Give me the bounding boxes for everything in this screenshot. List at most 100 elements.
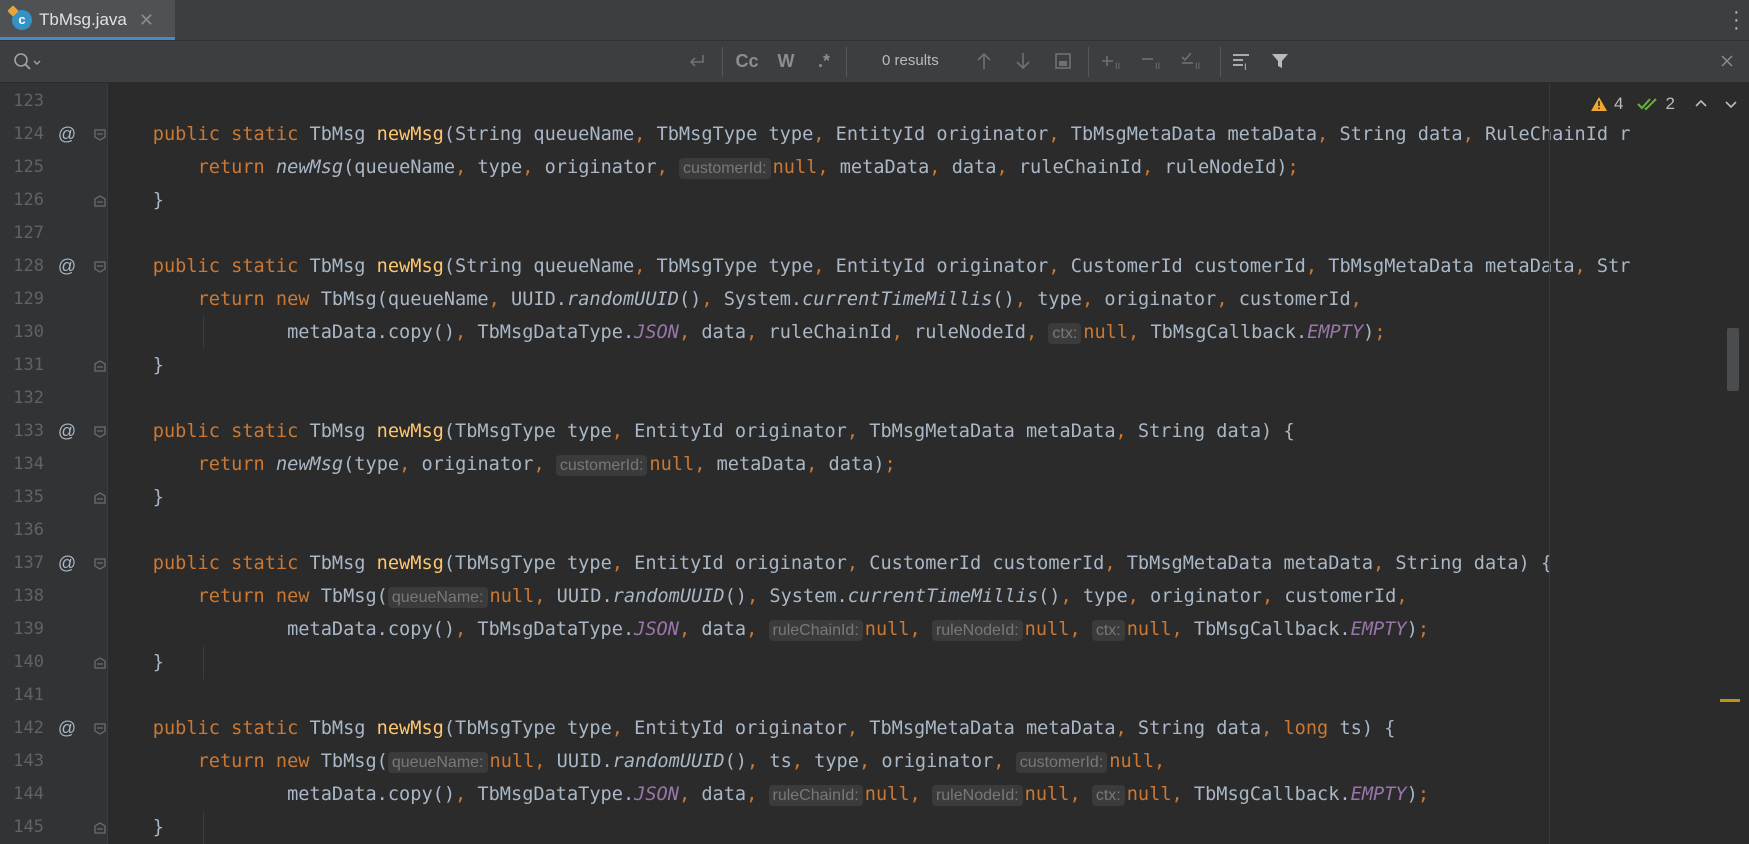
code-token: , — [746, 784, 769, 805]
code-token: newMsg — [376, 421, 444, 442]
search-input[interactable] — [44, 48, 668, 76]
line-number: 132 — [13, 388, 44, 408]
inspection-widget[interactable]: 4 2 — [1590, 92, 1739, 116]
code-line[interactable]: public static TbMsg newMsg(TbMsgType typ… — [108, 415, 1295, 448]
code-line[interactable]: return new TbMsg(queueName: null, UUID.ra… — [108, 745, 1165, 778]
code-line[interactable]: return newMsg(queueName, type, originato… — [108, 151, 1299, 184]
chevron-up-icon[interactable] — [1693, 96, 1709, 112]
code-token: newMsg — [376, 256, 444, 277]
search-icon[interactable] — [12, 51, 42, 73]
code-line[interactable]: metaData.copy(), TbMsgDataType.JSON, dat… — [108, 778, 1429, 811]
code-token: randomUUID — [567, 289, 679, 310]
code-line[interactable]: return new TbMsg(queueName: null, UUID.ra… — [108, 580, 1408, 613]
code-token: customerId — [1284, 586, 1397, 607]
code-token: TbMsg — [309, 124, 377, 145]
filter-icon[interactable] — [1266, 49, 1294, 73]
override-annotation-icon[interactable]: @ — [57, 250, 77, 283]
code-token: null, — [772, 157, 840, 178]
line-number: 128 — [13, 256, 44, 276]
parameter-hint: queueName: — [387, 587, 488, 608]
code-token: (TbMsgType type — [443, 553, 612, 574]
code-line[interactable]: } — [108, 349, 164, 382]
whole-words-button[interactable]: W — [772, 49, 800, 73]
code-token: System. — [769, 586, 848, 607]
close-find-icon[interactable] — [1716, 49, 1738, 73]
code-token: currentTimeMillis — [847, 586, 1039, 607]
more-options-icon[interactable]: · · · — [1733, 2, 1740, 38]
tab-tbmsg-java[interactable]: c TbMsg.java ✕ — [0, 0, 175, 40]
chevron-down-icon[interactable] — [1723, 96, 1739, 112]
code-line[interactable]: public static TbMsg newMsg(TbMsgType typ… — [108, 547, 1552, 580]
fold-open-icon[interactable] — [93, 425, 107, 439]
code-token: , — [813, 124, 836, 145]
code-token: type — [477, 157, 523, 178]
regex-button[interactable]: .* — [810, 49, 838, 73]
fold-close-icon[interactable] — [93, 359, 107, 373]
parameter-hint: ctx: — [1048, 323, 1082, 344]
code-token: , — [791, 751, 815, 772]
code-token: randomUUID — [612, 751, 725, 772]
close-icon[interactable]: ✕ — [139, 10, 154, 31]
select-all-icon[interactable]: II — [1178, 49, 1208, 73]
line-number: 135 — [13, 487, 44, 507]
previous-occurrence-icon[interactable] — [970, 49, 998, 73]
scrollbar-warning-marker[interactable] — [1720, 699, 1740, 702]
line-number: 144 — [13, 784, 44, 804]
code-token: , — [522, 157, 545, 178]
code-line[interactable]: } — [108, 811, 164, 844]
code-line[interactable]: } — [108, 481, 164, 514]
line-number-gutter[interactable]: 123 124 @125 126 127 128 @129 130 131 132 133 @134 1… — [0, 83, 108, 844]
code-line[interactable]: public static TbMsg newMsg(String queueN… — [108, 250, 1631, 283]
fold-open-icon[interactable] — [93, 260, 107, 274]
indent-guide — [203, 811, 204, 844]
remove-occurrence-icon[interactable]: II — [1138, 49, 1168, 73]
add-occurrence-icon[interactable]: II — [1098, 49, 1128, 73]
code-token: metaData.copy() — [108, 619, 456, 640]
svg-text:II: II — [1195, 62, 1200, 72]
fold-close-icon[interactable] — [93, 821, 107, 835]
override-annotation-icon[interactable]: @ — [57, 118, 77, 151]
fold-close-icon[interactable] — [93, 656, 107, 670]
code-token: public static — [108, 421, 310, 442]
tab-label: TbMsg.java — [39, 10, 127, 29]
filter-options-icon[interactable]: I — [1228, 49, 1256, 73]
code-token: data — [951, 157, 997, 178]
next-occurrence-icon[interactable] — [1009, 49, 1037, 73]
code-token: ; — [1417, 784, 1430, 805]
override-annotation-icon[interactable]: @ — [57, 547, 77, 580]
code-token: TbMsgType type — [656, 256, 814, 277]
code-token: null, — [1126, 619, 1194, 640]
code-token: , — [1104, 553, 1127, 574]
new-line-icon[interactable] — [684, 49, 710, 73]
code-line[interactable]: public static TbMsg newMsg(String queueN… — [108, 118, 1631, 151]
code-token: , — [747, 751, 770, 772]
line-number: 143 — [13, 751, 44, 771]
code-token: EMPTY — [1350, 619, 1407, 640]
override-annotation-icon[interactable]: @ — [57, 712, 77, 745]
code-line[interactable]: } — [108, 184, 164, 217]
fold-open-icon[interactable] — [93, 722, 107, 736]
vertical-scrollbar-thumb[interactable] — [1727, 328, 1739, 391]
select-all-occurrences-icon[interactable] — [1049, 49, 1077, 73]
code-line[interactable]: metaData.copy(), TbMsgDataType.JSON, dat… — [108, 613, 1429, 646]
code-line[interactable]: public static TbMsg newMsg(TbMsgType typ… — [108, 712, 1396, 745]
override-annotation-icon[interactable]: @ — [57, 415, 77, 448]
code-line[interactable]: return new TbMsg(queueName, UUID.randomU… — [108, 283, 1362, 316]
code-line[interactable]: return newMsg(type, originator, customer… — [108, 448, 896, 481]
code-line[interactable]: } — [108, 646, 164, 679]
code-line[interactable]: metaData.copy(), TbMsgDataType.JSON, dat… — [108, 316, 1386, 349]
line-number: 123 — [13, 91, 44, 111]
fold-open-icon[interactable] — [93, 557, 107, 571]
code-token: , — [1060, 586, 1083, 607]
code-editor[interactable]: public static TbMsg newMsg(String queueN… — [108, 83, 1749, 844]
fold-close-icon[interactable] — [93, 194, 107, 208]
code-token: public static — [108, 124, 310, 145]
line-number: 141 — [13, 685, 44, 705]
code-token: newMsg — [376, 553, 444, 574]
fold-open-icon[interactable] — [93, 128, 107, 142]
line-number: 136 — [13, 520, 44, 540]
fold-close-icon[interactable] — [93, 491, 107, 505]
match-case-button[interactable]: Cc — [732, 49, 762, 73]
